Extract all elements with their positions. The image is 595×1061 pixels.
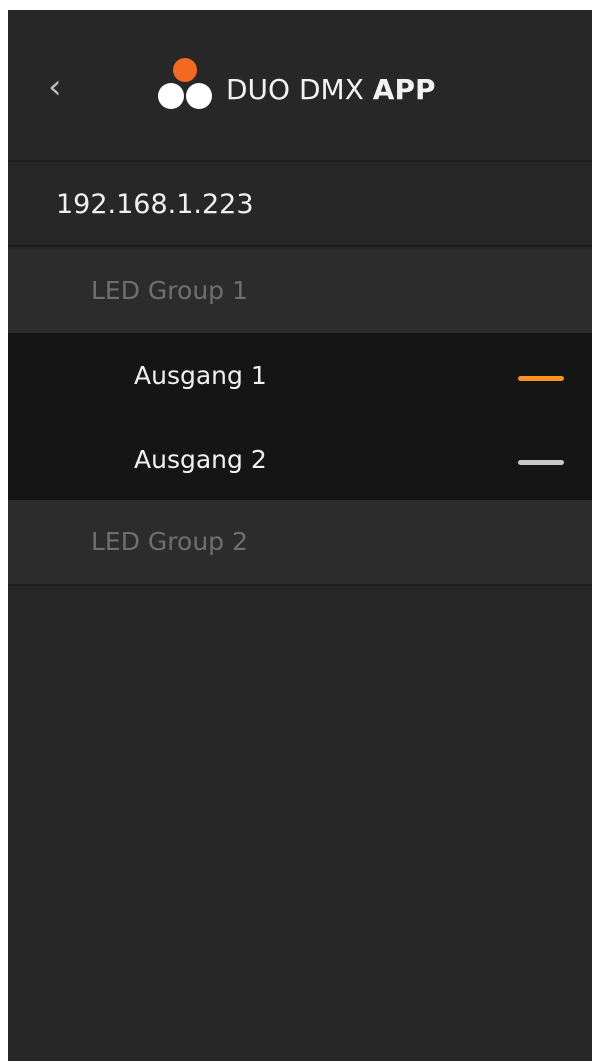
logo-left-circle [158, 83, 184, 109]
app-screen: ‹ DUO DMX APP 192.168.1.223 LED Group 1 … [8, 10, 592, 1061]
output-label-ausgang-2: Ausgang 2 [134, 445, 267, 474]
logo-top-circle [173, 58, 197, 82]
output-1-active-indicator[interactable] [518, 376, 564, 381]
led-group-2-label: LED Group 2 [91, 527, 248, 556]
led-group-1-label: LED Group 1 [91, 276, 248, 305]
app-title-regular: DUO DMX [226, 73, 373, 106]
back-chevron-icon[interactable]: ‹ [48, 67, 78, 107]
logo-right-circle [186, 83, 212, 109]
output-label-ausgang-1: Ausgang 1 [134, 361, 267, 390]
app-title: DUO DMX APP [226, 70, 436, 110]
output-row-ausgang-2[interactable]: Ausgang 2 [8, 417, 592, 501]
duo-dmx-logo-icon [158, 58, 212, 109]
app-title-bold: APP [372, 73, 436, 106]
device-ip-label: 192.168.1.223 [56, 189, 254, 220]
output-2-inactive-indicator[interactable] [518, 460, 564, 465]
led-group-1-outputs: Ausgang 1 Ausgang 2 [8, 333, 592, 500]
led-group-2-row[interactable]: LED Group 2 [8, 500, 592, 586]
device-ip-row[interactable]: 192.168.1.223 [8, 162, 592, 247]
app-header: ‹ DUO DMX APP [8, 10, 592, 162]
led-group-1-row[interactable]: LED Group 1 [8, 249, 592, 333]
output-row-ausgang-1[interactable]: Ausgang 1 [8, 333, 592, 417]
